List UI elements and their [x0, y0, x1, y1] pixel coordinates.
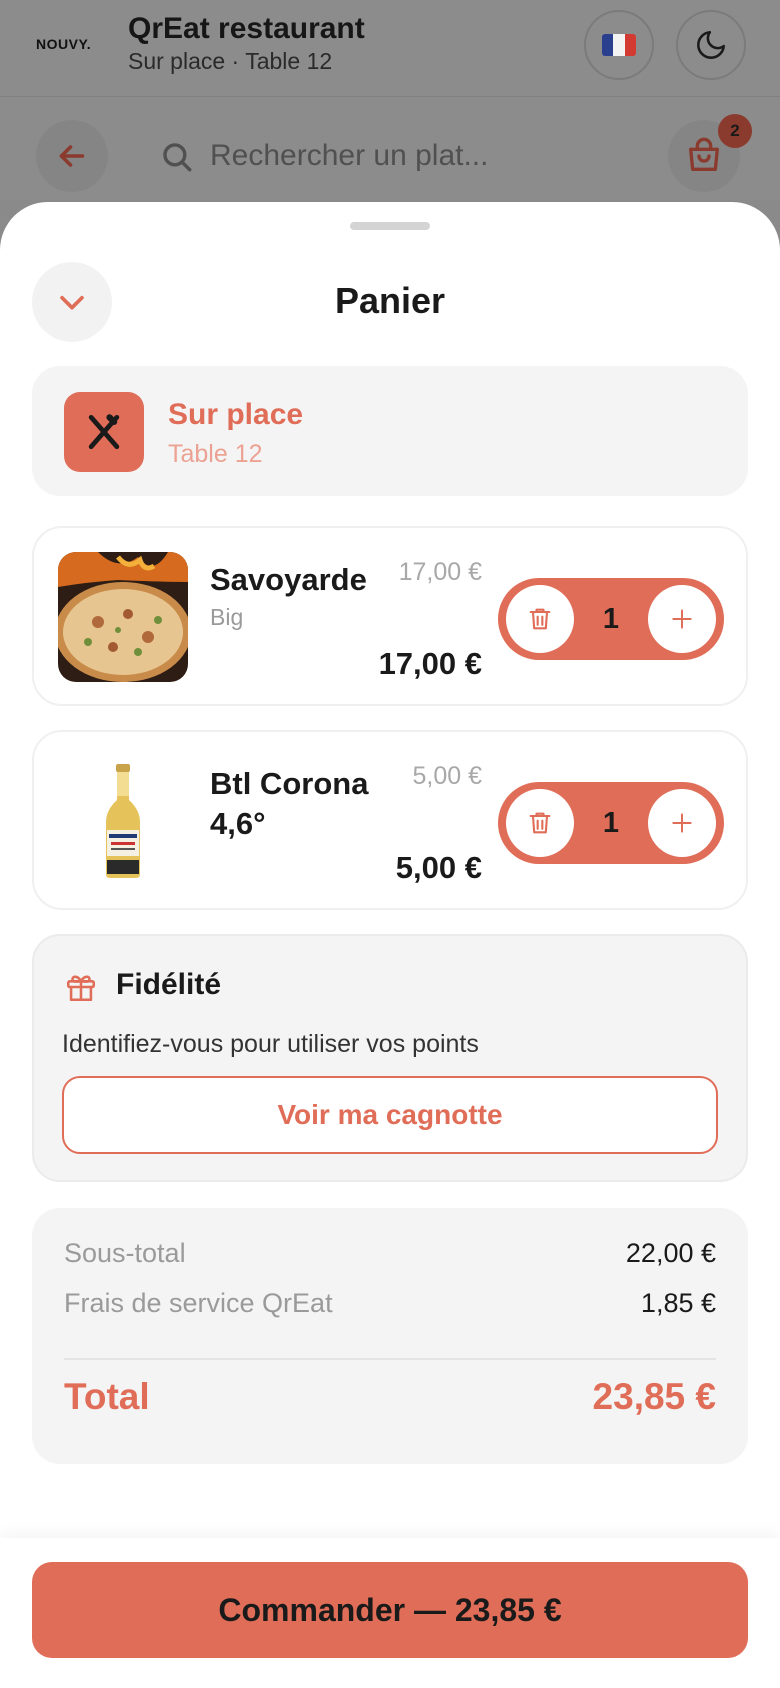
- cart-sheet: Panier Sur place Table 12 Savoyarde Big …: [0, 202, 780, 1688]
- table-number: Table 12: [168, 440, 263, 468]
- service-fee-row: Frais de service QrEat 1,85 €: [64, 1288, 716, 1319]
- item-total-price: 17,00 €: [378, 646, 482, 681]
- item-total-price: 5,00 €: [395, 850, 482, 885]
- arrow-left-icon: [59, 145, 85, 167]
- cart-count-badge: 2: [718, 114, 752, 148]
- gift-icon: [66, 975, 96, 1002]
- item-variant: Big: [210, 604, 244, 630]
- drag-handle[interactable]: [350, 222, 430, 230]
- language-button[interactable]: [584, 10, 654, 80]
- item-quantity: 1: [602, 806, 620, 839]
- trash-icon: [529, 608, 551, 630]
- theme-toggle-button[interactable]: [676, 10, 746, 80]
- restaurant-name: QrEat restaurant: [128, 12, 365, 45]
- order-summary: Sous-total 22,00 € Frais de service QrEa…: [32, 1208, 748, 1464]
- restaurant-subtitle: Sur place · Table 12: [128, 48, 333, 74]
- moon-icon: [697, 30, 726, 59]
- service-mode-card[interactable]: Sur place Table 12: [32, 366, 748, 496]
- search-row: [0, 112, 780, 200]
- cutlery-icon: [64, 392, 144, 472]
- search-icon: [163, 143, 192, 172]
- pizza-image: [58, 552, 188, 682]
- back-button[interactable]: [36, 120, 108, 192]
- quantity-stepper: 1: [498, 782, 724, 864]
- french-flag-icon: [602, 34, 636, 56]
- increase-quantity-button[interactable]: [648, 789, 716, 857]
- summary-divider: [64, 1358, 716, 1360]
- service-fee-value: 1,85 €: [640, 1288, 716, 1318]
- restaurant-logo: NOUVY.: [36, 36, 92, 52]
- remove-item-button[interactable]: [506, 789, 574, 857]
- loyalty-title: Fidélité: [116, 968, 222, 1001]
- cart-item: Btl Corona 4,6° 5,00 € 5,00 € 1: [32, 730, 748, 910]
- loyalty-card: Fidélité Identifiez-vous pour utiliser v…: [32, 934, 748, 1182]
- trash-icon: [529, 812, 551, 834]
- item-unit-price: 17,00 €: [398, 558, 482, 586]
- total-row: Total 23,85 €: [64, 1376, 716, 1418]
- service-fee-label: Frais de service QrEat: [64, 1288, 333, 1318]
- loyalty-description: Identifiez-vous pour utiliser vos points: [62, 1030, 479, 1058]
- plus-icon: [672, 609, 692, 629]
- subtotal-row: Sous-total 22,00 €: [64, 1238, 716, 1269]
- place-order-button[interactable]: Commander — 23,85 €: [32, 1562, 748, 1658]
- item-name: Btl Corona 4,6°: [210, 766, 369, 841]
- sheet-title: Panier: [334, 280, 446, 321]
- subtotal-value: 22,00 €: [625, 1238, 716, 1268]
- header-divider: [0, 96, 780, 97]
- item-unit-price: 5,00 €: [412, 762, 482, 790]
- subtotal-label: Sous-total: [64, 1238, 186, 1268]
- top-bar: NOUVY. QrEat restaurant Sur place · Tabl…: [0, 0, 780, 92]
- view-points-button[interactable]: Voir ma cagnotte: [62, 1076, 718, 1154]
- item-name: Savoyarde: [210, 562, 367, 597]
- plus-icon: [672, 813, 692, 833]
- order-footer: Commander — 23,85 €: [0, 1538, 780, 1688]
- item-quantity: 1: [602, 602, 620, 635]
- increase-quantity-button[interactable]: [648, 585, 716, 653]
- beer-bottle-image: [58, 756, 188, 886]
- total-value: 23,85 €: [592, 1376, 716, 1417]
- shopping-bag-icon: [689, 137, 719, 171]
- total-label: Total: [64, 1376, 150, 1417]
- dimmed-background: NOUVY. QrEat restaurant Sur place · Tabl…: [0, 0, 780, 200]
- quantity-stepper: 1: [498, 578, 724, 660]
- cart-item: Savoyarde Big 17,00 € 17,00 € 1: [32, 526, 748, 706]
- search-input[interactable]: [210, 136, 590, 176]
- service-mode-label: Sur place: [168, 398, 304, 431]
- remove-item-button[interactable]: [506, 585, 574, 653]
